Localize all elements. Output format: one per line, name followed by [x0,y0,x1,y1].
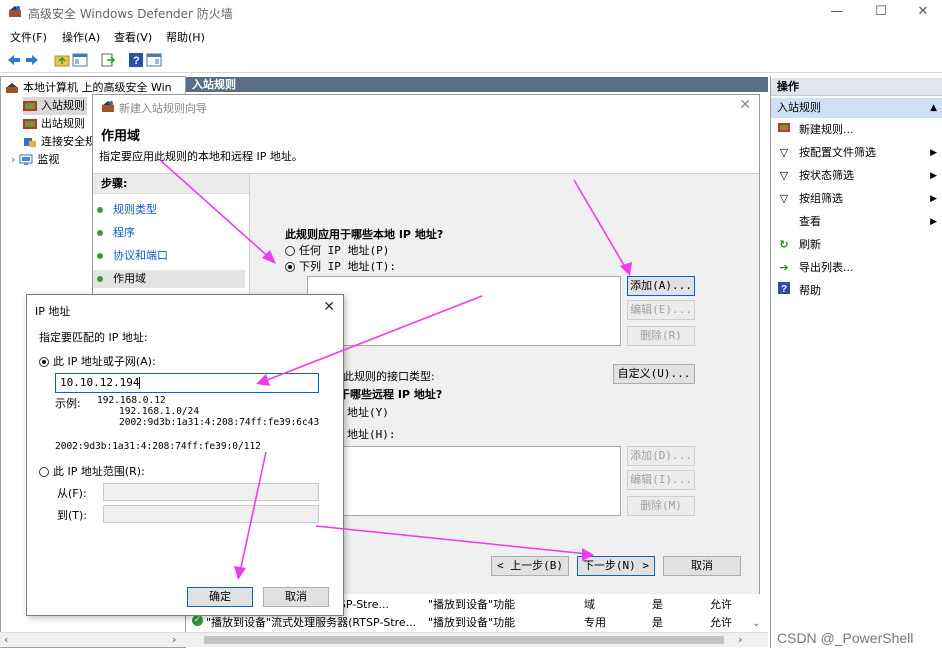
annotation-arrow [315,525,589,555]
annotation-arrowhead [582,548,594,561]
annotation-arrowhead [620,262,632,276]
annotation-arrowhead [234,566,246,580]
annotation-arrow [239,451,267,573]
annotation-arrow [159,159,273,261]
annotation-arrow [261,295,483,383]
annotation-arrowhead [256,374,270,386]
annotation-arrow [573,179,629,273]
annotation-arrows [159,159,632,580]
